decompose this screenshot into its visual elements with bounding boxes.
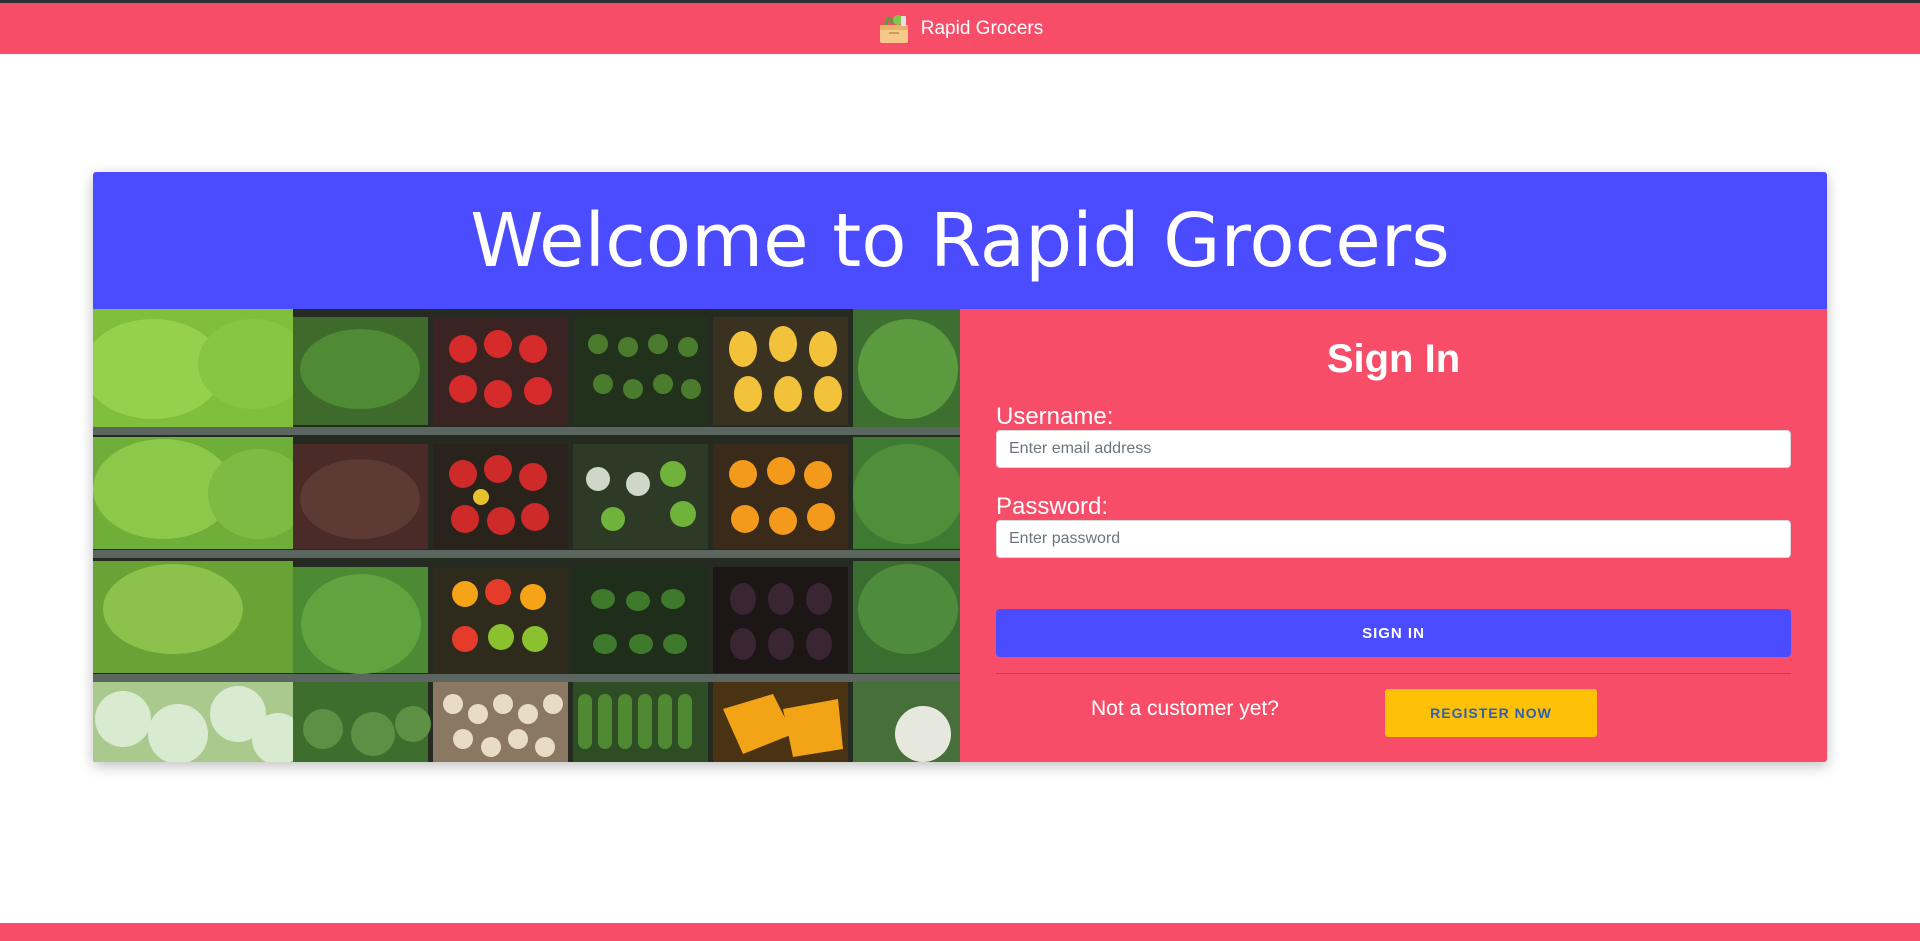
produce-shelves-photo	[93, 309, 960, 762]
register-prompt: Not a customer yet?	[1091, 697, 1279, 720]
sign-in-button[interactable]: SIGN IN	[996, 609, 1791, 657]
brand-name: Rapid Grocers	[920, 17, 1044, 39]
password-label: Password:	[996, 493, 1109, 520]
brand-link[interactable]: Rapid Grocers	[877, 13, 1044, 45]
welcome-card: Welcome to Rapid Grocers Sign In Usernam…	[93, 172, 1827, 762]
page-title: Welcome to Rapid Grocers	[470, 197, 1450, 284]
password-input[interactable]	[996, 520, 1791, 558]
username-input[interactable]	[996, 430, 1791, 468]
navbar: Rapid Grocers	[0, 3, 1920, 54]
sign-in-panel: Sign In Username: Password: SIGN IN Not …	[960, 309, 1827, 762]
grocery-basket-icon	[879, 14, 908, 43]
card-header: Welcome to Rapid Grocers	[93, 172, 1827, 309]
sign-in-title: Sign In	[1326, 337, 1461, 381]
register-button[interactable]: REGISTER NOW	[1385, 689, 1597, 737]
footer-bar	[0, 923, 1920, 941]
username-label: Username:	[996, 403, 1114, 430]
divider	[996, 673, 1791, 674]
produce-illustration	[93, 309, 960, 762]
